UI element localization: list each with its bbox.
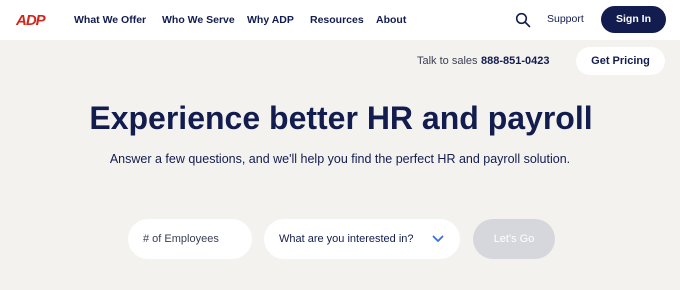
interest-select-label: What are you interested in? bbox=[279, 233, 414, 245]
nav-item-who-we-serve[interactable]: Who We Serve bbox=[162, 13, 235, 27]
nav-item-resources[interactable]: Resources bbox=[310, 13, 364, 27]
nav-item-what-we-offer[interactable]: What We Offer bbox=[74, 13, 146, 27]
page-subtitle: Answer a few questions, and we'll help y… bbox=[109, 152, 571, 166]
search-icon[interactable] bbox=[515, 12, 531, 28]
adp-logo-mark: ADP bbox=[15, 12, 48, 29]
sales-phone-link[interactable]: 888-851-0423 bbox=[481, 55, 550, 67]
top-navigation: ADP What We Offer Who We Serve Why ADP R… bbox=[0, 0, 680, 40]
nav-item-about[interactable]: About bbox=[376, 13, 406, 27]
support-link[interactable]: Support bbox=[547, 13, 584, 25]
chevron-down-icon bbox=[432, 235, 444, 242]
talk-to-sales-label: Talk to sales bbox=[417, 55, 478, 67]
sign-in-button[interactable]: Sign In bbox=[601, 6, 666, 33]
nav-item-why-adp[interactable]: Why ADP bbox=[247, 13, 294, 27]
adp-logo[interactable]: ADP bbox=[15, 12, 56, 29]
svg-text:ADP: ADP bbox=[16, 12, 47, 28]
get-pricing-button[interactable]: Get Pricing bbox=[576, 47, 665, 75]
page-title: Experience better HR and payroll bbox=[89, 100, 593, 136]
lets-go-button[interactable]: Let's Go bbox=[473, 219, 555, 259]
interest-select[interactable]: What are you interested in? bbox=[264, 219, 460, 259]
employees-input[interactable] bbox=[128, 219, 252, 259]
